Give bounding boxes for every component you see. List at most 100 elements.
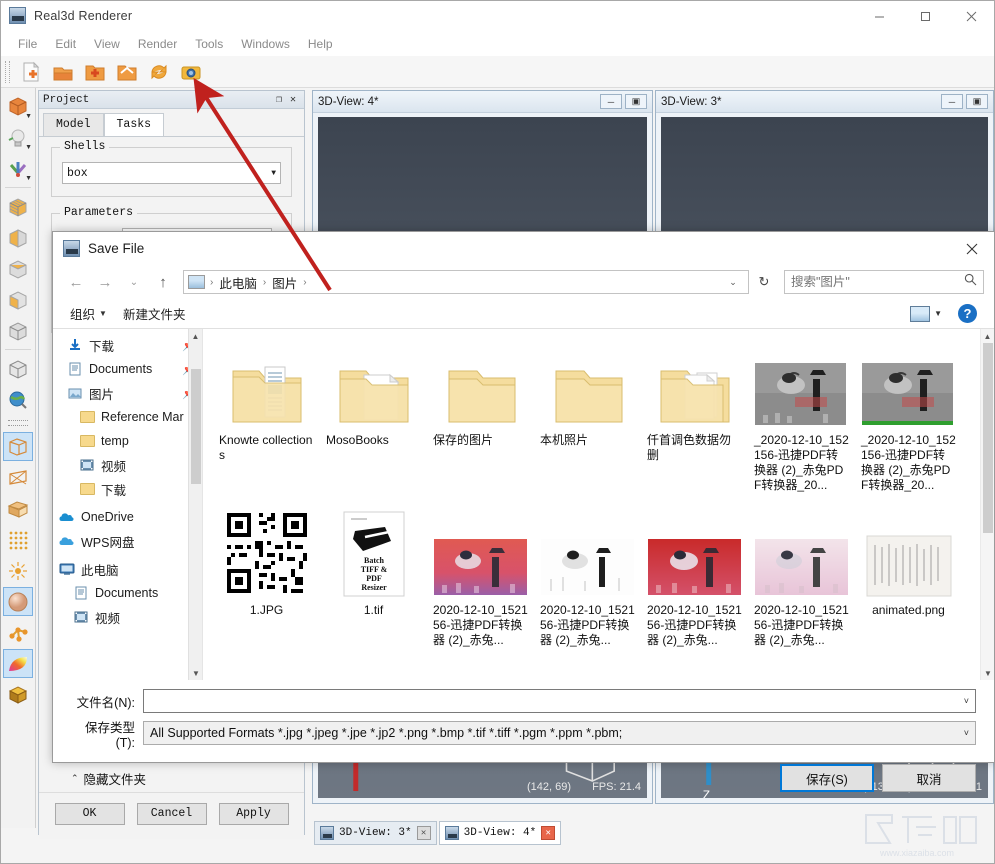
toolstrip-grip[interactable] — [8, 420, 28, 426]
molecule-icon[interactable] — [3, 618, 33, 647]
menu-render[interactable]: Render — [129, 34, 186, 54]
navigation-pane-scrollbar[interactable]: ▲ ▼ — [188, 329, 202, 680]
shaded-box-icon[interactable] — [3, 494, 33, 523]
hide-folders-toggle[interactable]: ⌃ 隐藏文件夹 — [71, 769, 146, 788]
scrollbar-thumb[interactable] — [191, 369, 201, 484]
axes-icon[interactable]: ▼ — [3, 154, 33, 183]
file-item[interactable]: _2020-12-10_152156-迅捷PDF转换器 (2)_赤兔PDF转换器… — [855, 337, 962, 507]
breadcrumb-pictures[interactable]: 图片 — [269, 272, 300, 293]
view-3-minimize-icon[interactable]: ─ — [941, 94, 963, 109]
search-input[interactable] — [791, 275, 964, 289]
file-item[interactable]: Knowte collections — [213, 337, 320, 507]
search-box[interactable] — [784, 270, 984, 294]
chevron-down-icon[interactable]: ˅ — [960, 728, 969, 738]
tab-model[interactable]: Model — [43, 113, 104, 136]
file-item[interactable]: MosoBooks — [320, 337, 427, 507]
file-item[interactable]: 本机照片 — [534, 337, 641, 507]
save-button[interactable]: 保存(S) — [780, 764, 874, 792]
back-button[interactable]: ← — [63, 269, 89, 295]
filename-combo[interactable]: ˅ — [143, 689, 976, 713]
dialog-close-button[interactable] — [950, 232, 994, 265]
close-icon[interactable]: ✕ — [286, 93, 300, 107]
globe-search-icon[interactable] — [3, 385, 33, 414]
close-button[interactable] — [948, 1, 994, 31]
recent-locations-button[interactable]: ⌄ — [121, 269, 147, 295]
light-icon[interactable]: ▼ — [3, 123, 33, 152]
open-folder-icon[interactable] — [112, 59, 142, 85]
scroll-up-icon[interactable]: ▲ — [189, 329, 202, 343]
file-item[interactable]: _2020-12-10_152156-迅捷PDF转换器 (2)_赤兔PDF转换器… — [748, 337, 855, 507]
file-item[interactable]: 2020-12-10_152156-迅捷PDF转换器 (2)_赤兔... — [534, 507, 641, 677]
dots-grid-icon[interactable] — [3, 525, 33, 554]
maximize-button[interactable] — [902, 1, 948, 31]
menu-tools[interactable]: Tools — [186, 34, 232, 54]
file-item[interactable]: Batch TIFF & PDF Resizer 1.tif — [320, 507, 427, 677]
cancel-button[interactable]: 取消 — [882, 764, 976, 792]
file-item[interactable]: animated.png — [855, 507, 962, 677]
nav-item-onedrive[interactable]: OneDrive — [53, 505, 202, 529]
tab-tasks[interactable]: Tasks — [103, 113, 165, 136]
view-3-maximize-icon[interactable]: ▣ — [966, 94, 988, 109]
mdi-task-view4[interactable]: 3D-View: 4* ✕ — [438, 821, 562, 845]
organize-button[interactable]: 组织 ▼ — [63, 300, 114, 327]
new-folder-button[interactable]: 新建文件夹 — [116, 300, 193, 327]
refresh-icon[interactable]: ↻ — [752, 270, 776, 294]
menu-help[interactable]: Help — [299, 34, 342, 54]
sphere-icon[interactable] — [3, 587, 33, 616]
ok-button[interactable]: OK — [54, 802, 125, 825]
new-document-icon[interactable] — [16, 59, 46, 85]
help-button[interactable]: ? — [951, 300, 984, 327]
scroll-up-icon[interactable]: ▲ — [981, 329, 994, 343]
view-4-maximize-icon[interactable]: ▣ — [625, 94, 647, 109]
breadcrumb-dropdown-icon[interactable]: ⌄ — [722, 270, 744, 294]
nav-item-wps-cloud[interactable]: WPS网盘 — [53, 529, 202, 553]
add-folder-icon[interactable] — [80, 59, 110, 85]
nav-item-videos[interactable]: 视频 — [53, 453, 202, 477]
menu-file[interactable]: File — [9, 34, 46, 54]
menu-view[interactable]: View — [85, 34, 129, 54]
cancel-button[interactable]: Cancel — [136, 802, 207, 825]
nav-item-pictures-quick[interactable]: 图片 📌 — [53, 381, 202, 405]
refresh-icon[interactable] — [144, 59, 174, 85]
grid-cube-wire-icon[interactable] — [3, 254, 33, 283]
toolbar-grip[interactable] — [5, 60, 10, 83]
colormap-icon[interactable] — [3, 649, 33, 678]
file-item[interactable]: 2020-12-10_152156-迅捷PDF转换器 (2)_赤兔... — [427, 507, 534, 677]
open-file-icon[interactable] — [48, 59, 78, 85]
grid-cube-half-icon[interactable] — [3, 223, 33, 252]
mdi-task-view3[interactable]: 3D-View: 3* ✕ — [314, 821, 437, 845]
apply-button[interactable]: Apply — [218, 802, 289, 825]
solid-cube-icon[interactable] — [3, 680, 33, 709]
nav-item-this-pc-documents[interactable]: Documents — [53, 581, 202, 605]
menu-windows[interactable]: Windows — [232, 34, 299, 54]
search-icon[interactable] — [964, 273, 977, 291]
scroll-down-icon[interactable]: ▼ — [189, 666, 202, 680]
nav-item-this-pc[interactable]: 此电脑 — [53, 557, 202, 581]
nav-item-documents-quick[interactable]: Documents 📌 — [53, 357, 202, 381]
file-item[interactable]: 2020-12-10_152156-迅捷PDF转换器 (2)_赤兔... — [748, 507, 855, 677]
file-pane-scrollbar[interactable]: ▲ ▼ — [980, 329, 994, 680]
restore-icon[interactable]: ❐ — [272, 93, 286, 107]
grid-cube-alt-icon[interactable] — [3, 285, 33, 314]
file-item[interactable]: 2020-12-10_152156-迅捷PDF转换器 (2)_赤兔... — [641, 507, 748, 677]
burst-icon[interactable] — [3, 556, 33, 585]
minimize-button[interactable] — [856, 1, 902, 31]
box-shape-icon[interactable]: ▼ — [3, 92, 33, 121]
grid-cube-gray-icon[interactable] — [3, 316, 33, 345]
file-item[interactable]: 保存的图片 — [427, 337, 534, 507]
mdi-task-view4-close-icon[interactable]: ✕ — [541, 826, 556, 840]
view-4-minimize-icon[interactable]: ─ — [600, 94, 622, 109]
nav-item-reference-mar[interactable]: Reference Mar — [53, 405, 202, 429]
view-options-button[interactable]: ▼ — [903, 302, 949, 326]
breadcrumb[interactable]: › 此电脑 › 图片 › ⌄ — [183, 270, 749, 294]
forward-button[interactable]: → — [92, 269, 118, 295]
menu-edit[interactable]: Edit — [46, 34, 85, 54]
nav-item-downloads-quick[interactable]: 下载 📌 — [53, 333, 202, 357]
filetype-combo[interactable]: All Supported Formats *.jpg *.jpeg *.jpe… — [143, 721, 976, 745]
breadcrumb-this-pc[interactable]: 此电脑 — [216, 272, 260, 293]
file-item[interactable]: 1.JPG — [213, 507, 320, 677]
shells-combo[interactable]: box ▼ — [62, 162, 281, 184]
filename-input[interactable] — [150, 694, 960, 708]
scrollbar-thumb[interactable] — [983, 343, 993, 533]
chevron-down-icon[interactable]: ˅ — [960, 696, 969, 706]
